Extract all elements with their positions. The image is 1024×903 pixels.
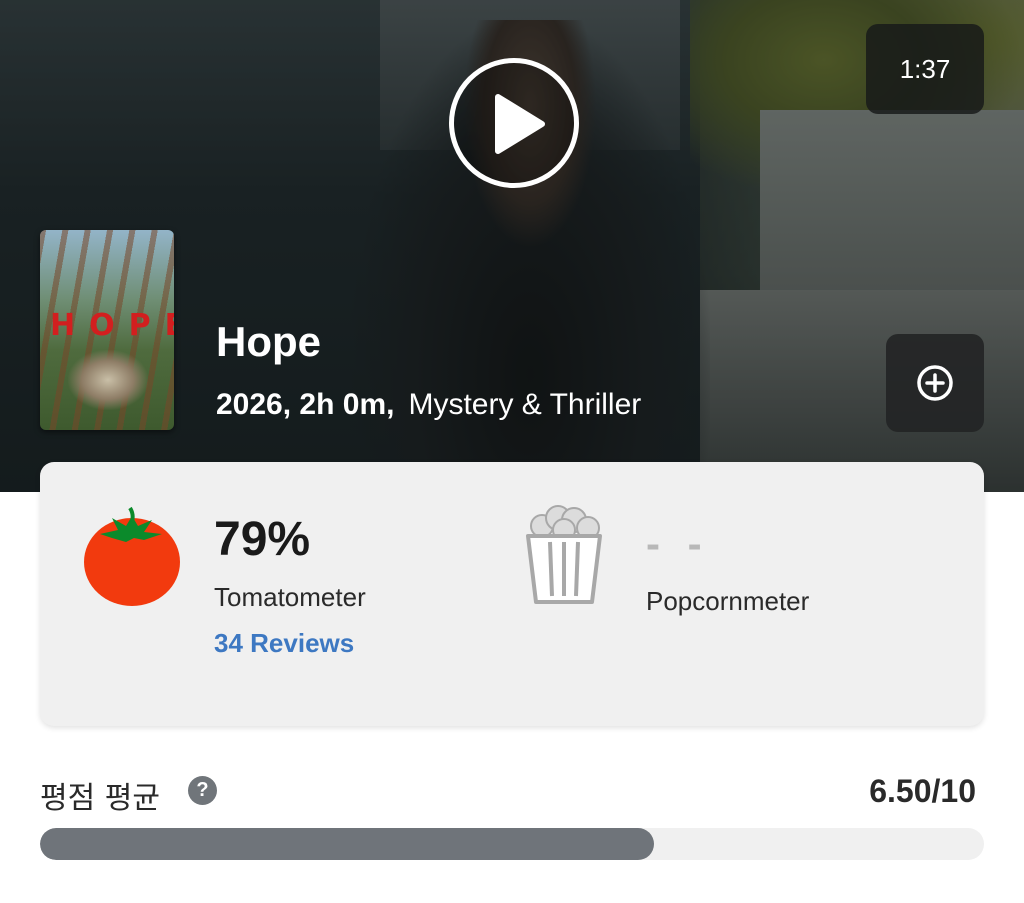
popcornmeter-label: Popcornmeter xyxy=(646,586,810,616)
tomato-icon xyxy=(84,506,180,606)
reviews-link[interactable]: 34 Reviews xyxy=(214,628,354,659)
movie-poster[interactable]: HOPE xyxy=(40,230,174,430)
add-circle-icon xyxy=(917,365,953,401)
tomatometer-label: Tomatometer xyxy=(214,582,366,612)
add-to-watchlist-button[interactable] xyxy=(886,334,984,432)
average-rating-bar xyxy=(40,828,984,860)
movie-meta: 2026, 2h 0m, Mystery & Thriller xyxy=(216,388,641,422)
play-button[interactable] xyxy=(449,58,579,188)
video-duration-badge: 1:37 xyxy=(866,24,984,114)
scores-card: 79% Tomatometer 34 Reviews - - Popcornme… xyxy=(40,462,984,726)
average-rating-label: 평점 평균 xyxy=(40,781,160,816)
movie-year-runtime: 2026, 2h 0m, xyxy=(216,388,395,421)
average-rating-value: 6.50/10 xyxy=(869,773,976,809)
popcorn-icon xyxy=(526,505,602,604)
play-icon xyxy=(495,94,545,154)
tomatometer-score: 79% xyxy=(214,513,311,566)
movie-genre: Mystery & Thriller xyxy=(408,388,642,421)
help-icon[interactable]: ? xyxy=(188,776,217,805)
poster-title-text: HOPE xyxy=(50,308,174,343)
average-rating-bar-fill xyxy=(40,828,654,860)
poster-figure xyxy=(68,350,148,410)
video-hero[interactable]: 1:37 HOPE Hope 2026, 2h 0m, Mystery & Thr… xyxy=(0,0,1024,492)
popcornmeter-score: - - xyxy=(646,520,710,567)
movie-title: Hope xyxy=(216,318,321,365)
